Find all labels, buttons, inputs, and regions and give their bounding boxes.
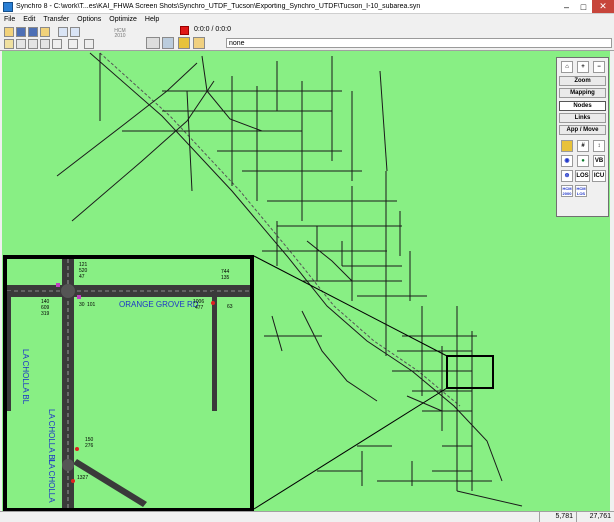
menu-bar: File Edit Transfer Options Optimize Help — [0, 14, 614, 25]
links-button[interactable]: Links — [559, 113, 606, 123]
street-label-la-cholla-2: LA CHOLLA BL — [47, 409, 56, 465]
window-title: Synchro 8 - C:\work\T...es\KAI_FHWA Scre… — [16, 3, 421, 10]
menu-help[interactable]: Help — [141, 16, 163, 23]
intersection-node-top — [61, 284, 75, 298]
detector-settings-icon[interactable] — [52, 39, 62, 49]
zoom-leader-top — [253, 255, 448, 357]
merge-file-icon[interactable] — [40, 27, 50, 37]
street-label-orange-grove: ORANGE GROVE RD — [119, 300, 199, 309]
home-view-icon[interactable]: ⌂ — [561, 61, 573, 73]
signing-settings-icon[interactable] — [40, 39, 50, 49]
time-space-diagram-icon[interactable] — [146, 37, 160, 49]
side-road-right — [212, 291, 217, 411]
status-bar: 5,781 27,761 — [0, 511, 614, 522]
undo-icon[interactable] — [58, 27, 68, 37]
title-bar: Synchro 8 - C:\work\T...es\KAI_FHWA Scre… — [0, 0, 614, 14]
network-icon[interactable]: ⊛ — [561, 170, 573, 182]
intersection-node-bottom — [62, 459, 74, 471]
zoom-selection-box — [446, 355, 494, 389]
hcm-2010-button[interactable]: HCM 2010 — [112, 29, 128, 42]
volume-settings-icon[interactable] — [16, 39, 26, 49]
lane-settings-icon[interactable] — [4, 39, 14, 49]
warrant-icon[interactable] — [193, 37, 205, 49]
menu-options[interactable]: Options — [73, 16, 105, 23]
zoom-button[interactable]: Zoom — [559, 76, 606, 86]
simulation-icon[interactable] — [84, 39, 94, 49]
timing-settings-icon[interactable] — [28, 39, 38, 49]
street-label-la-cholla-1: LA CHOLLA BL — [21, 349, 30, 405]
report-icon[interactable] — [162, 37, 174, 49]
phasing-icon[interactable] — [68, 39, 78, 49]
volume-label: 63 — [227, 304, 233, 310]
zoom-inset: ORANGE GROVE RD LA CHOLLA BL LA CHOLLA B… — [3, 255, 254, 512]
save-as-icon[interactable] — [28, 27, 38, 37]
diagonal-road — [73, 459, 147, 507]
menu-transfer[interactable]: Transfer — [39, 16, 73, 23]
volume-label: 1327 — [77, 475, 89, 481]
nodes-button[interactable]: Nodes — [559, 101, 606, 111]
maximize-button[interactable]: □ — [575, 0, 592, 13]
volume-label: 30 — [79, 302, 85, 308]
zoom-in-icon[interactable]: + — [577, 61, 589, 73]
close-button[interactable]: ✕ — [592, 0, 614, 13]
street-label-la-cholla-3: LA CHOLLA — [47, 459, 56, 503]
inset-detail — [7, 259, 250, 508]
menu-edit[interactable]: Edit — [19, 16, 39, 23]
vb-icon[interactable]: VB — [593, 155, 605, 167]
icu-icon[interactable]: ICU — [592, 170, 606, 182]
zoom-out-icon[interactable]: − — [593, 61, 605, 73]
menu-file[interactable]: File — [0, 16, 19, 23]
volume-label: 47 — [79, 274, 85, 280]
hcm-2000-icon[interactable]: HCM 2000 — [561, 185, 573, 197]
stop-sign-icon[interactable]: ● — [577, 155, 589, 167]
signal-icon[interactable]: ◉ — [561, 155, 573, 167]
node-number-icon[interactable]: # — [577, 140, 589, 152]
volume-label: 101 — [87, 302, 96, 308]
hcm-los-icon[interactable]: HCM LOS — [575, 185, 587, 197]
lock-icon[interactable] — [561, 140, 573, 152]
tool-palette: ⌂ + − Zoom Mapping Nodes Links App / Mov… — [556, 57, 609, 217]
save-icon[interactable] — [16, 27, 26, 37]
sort-icon[interactable]: ↕ — [593, 140, 605, 152]
menu-optimize[interactable]: Optimize — [105, 16, 141, 23]
minimize-button[interactable]: – — [558, 0, 575, 13]
volume-label: 477 — [195, 305, 204, 311]
toolbar: HCM 2010 0:0:0 / 0:0:0 none — [0, 25, 614, 51]
mapping-button[interactable]: Mapping — [559, 88, 606, 98]
record-icon[interactable] — [180, 26, 189, 35]
app-move-button[interactable]: App / Move — [559, 125, 606, 135]
node-selector-field[interactable]: none — [226, 38, 612, 48]
zoom-leader-bottom — [253, 387, 448, 510]
redo-icon[interactable] — [70, 27, 80, 37]
open-folder-icon[interactable] — [4, 27, 14, 37]
volume-label: 135 — [221, 275, 230, 281]
volume-label: 276 — [85, 443, 94, 449]
time-counter: 0:0:0 / 0:0:0 — [194, 26, 231, 33]
optimize-icon[interactable] — [178, 37, 190, 49]
los-icon[interactable]: LOS — [575, 170, 590, 182]
synchro-app-icon — [3, 1, 13, 12]
volume-label: 319 — [41, 311, 50, 317]
